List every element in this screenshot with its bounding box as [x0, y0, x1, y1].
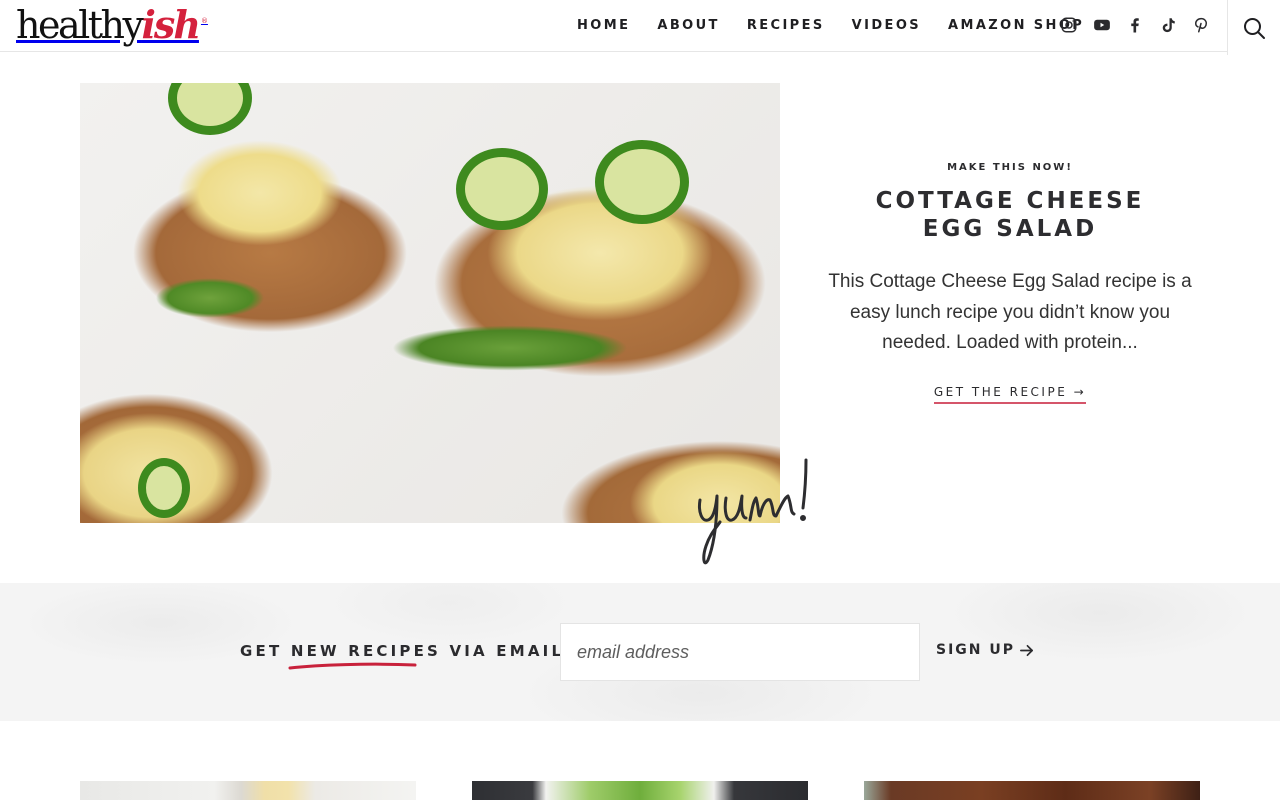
logo-registered-mark: ®: [200, 17, 208, 25]
jalapeno-slice: [168, 83, 252, 135]
sign-up-button[interactable]: SIGN UP: [936, 642, 1034, 658]
arrow-right-icon: [1020, 644, 1033, 656]
newsletter-label-prefix: GET: [240, 642, 291, 660]
logo-main-text: healthy: [16, 3, 144, 47]
instagram-icon[interactable]: [1060, 16, 1078, 34]
search-button[interactable]: [1227, 0, 1280, 55]
main-nav: HOME ABOUT RECIPES VIDEOS AMAZON SHOP: [577, 0, 1084, 50]
nav-about[interactable]: ABOUT: [657, 18, 719, 33]
hero-image[interactable]: [80, 83, 780, 523]
featured-kicker: MAKE THIS NOW!: [947, 162, 1073, 173]
featured-recipe-description: This Cottage Cheese Egg Salad recipe is …: [828, 271, 1192, 353]
recipe-card-3[interactable]: [864, 781, 1200, 800]
newsletter-label: GET NEW RECIPES VIA EMAIL:: [240, 642, 573, 660]
featured-recipe: MAKE THIS NOW! COTTAGE CHEESE EGG SALAD …: [820, 160, 1200, 404]
site-logo[interactable]: healthy ish ®: [16, 2, 208, 48]
newsletter-label-suffix: VIA EMAIL:: [441, 642, 574, 660]
social-links: [1060, 14, 1210, 36]
logo-accent-text: ish: [141, 2, 200, 47]
youtube-icon[interactable]: [1093, 16, 1111, 34]
sign-up-label: SIGN UP: [936, 642, 1016, 658]
recipe-card-2[interactable]: [472, 781, 808, 800]
yum-handwritten-annotation: [698, 458, 808, 565]
facebook-icon[interactable]: [1126, 16, 1144, 34]
red-brush-underline: [288, 662, 417, 670]
nav-home[interactable]: HOME: [577, 18, 630, 33]
jalapeno-slice: [138, 458, 190, 518]
site-header: healthy ish ® HOME ABOUT RECIPES VIDEOS …: [0, 0, 1280, 55]
newsletter-label-highlight: NEW RECIPES: [290, 642, 442, 660]
featured-recipe-title[interactable]: COTTAGE CHEESE EGG SALAD: [820, 187, 1200, 243]
search-icon: [1244, 17, 1265, 39]
newsletter-signup: GET NEW RECIPES VIA EMAIL: SIGN UP: [0, 583, 1280, 721]
nav-videos[interactable]: VIDEOS: [852, 18, 921, 33]
nav-recipes[interactable]: RECIPES: [747, 18, 825, 33]
jalapeno-slice: [456, 148, 548, 230]
jalapeno-slice: [595, 140, 689, 224]
get-the-recipe-link[interactable]: GET THE RECIPE →: [933, 385, 1087, 404]
pinterest-icon[interactable]: [1192, 16, 1210, 34]
recipe-card-1[interactable]: [80, 781, 416, 800]
tiktok-icon[interactable]: [1159, 16, 1177, 34]
email-address-input[interactable]: [560, 623, 920, 681]
